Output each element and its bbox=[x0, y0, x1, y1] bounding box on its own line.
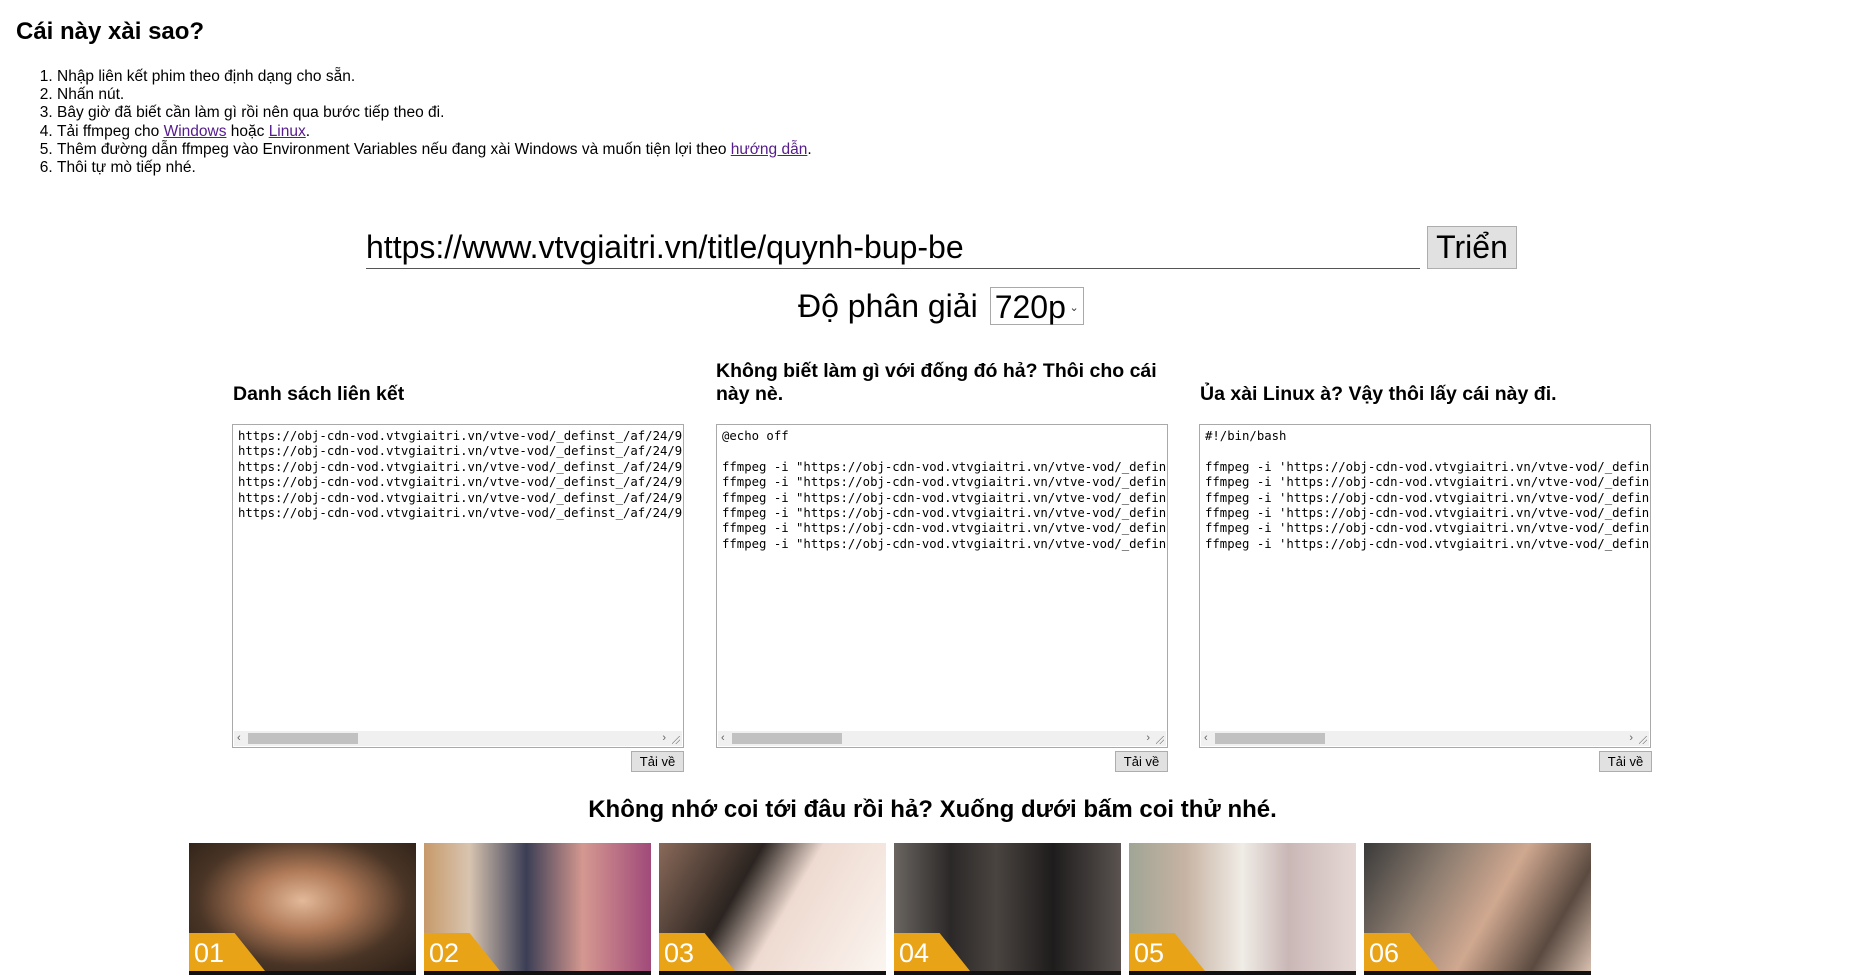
resize-grip-icon[interactable] bbox=[1636, 731, 1649, 746]
resolution-row: Độ phân giải 720p ⌄ bbox=[798, 286, 1084, 326]
step-4-text: Tải ffmpeg cho bbox=[57, 122, 164, 140]
links-textarea[interactable]: https://obj-cdn-vod.vtvgiaitri.vn/vtve-v… bbox=[232, 424, 684, 748]
resolution-value: 720p bbox=[994, 289, 1066, 325]
scrollbar-thumb[interactable] bbox=[732, 733, 842, 744]
episode-thumbnail[interactable]: 05 bbox=[1129, 843, 1356, 975]
step-5-end: . bbox=[807, 140, 812, 158]
howto-title: Cái này xài sao? bbox=[16, 18, 205, 45]
episode-number: 04 bbox=[899, 938, 930, 968]
scrollbar-thumb[interactable] bbox=[248, 733, 358, 744]
episode-number: 06 bbox=[1369, 938, 1400, 968]
horizontal-scrollbar[interactable]: ‹ › bbox=[1201, 731, 1636, 746]
scroll-left-icon[interactable]: ‹ bbox=[721, 731, 725, 746]
links-textarea-content: https://obj-cdn-vod.vtvgiaitri.vn/vtve-v… bbox=[238, 429, 683, 521]
episode-number: 01 bbox=[194, 938, 225, 968]
linux-link[interactable]: Linux bbox=[269, 123, 306, 140]
step-4-end: . bbox=[305, 122, 311, 140]
batch-column-title: Không biết làm gì với đống đó hả? Thôi c… bbox=[716, 360, 1157, 405]
step-1-text: Nhập liên kết phim theo định dạng cho sẵ… bbox=[57, 68, 356, 85]
scroll-left-icon[interactable]: ‹ bbox=[1204, 731, 1208, 746]
step-3-text: Bây giờ đã biết cần làm gì rồi nên qua b… bbox=[57, 104, 445, 122]
scroll-left-icon[interactable]: ‹ bbox=[237, 731, 241, 746]
episode-thumbnail[interactable]: 06 bbox=[1364, 843, 1591, 975]
expand-button[interactable]: Triển bbox=[1427, 226, 1517, 269]
batch-textarea-content: @echo off ffmpeg -i "https://obj-cdn-vod… bbox=[722, 429, 1167, 551]
resize-grip-icon[interactable] bbox=[1153, 731, 1166, 746]
guide-link[interactable]: hướng dẫn bbox=[731, 141, 808, 158]
resize-grip-icon[interactable] bbox=[669, 731, 682, 746]
horizontal-scrollbar[interactable]: ‹ › bbox=[234, 731, 669, 746]
scroll-right-icon[interactable]: › bbox=[662, 731, 666, 746]
episode-number: 03 bbox=[664, 938, 695, 968]
bash-textarea-content: #!/bin/bash ffmpeg -i 'https://obj-cdn-v… bbox=[1205, 429, 1650, 551]
step-3: Bây giờ đã biết cần làm gì rồi nên qua b… bbox=[57, 104, 812, 122]
horizontal-scrollbar[interactable]: ‹ › bbox=[718, 731, 1153, 746]
bash-textarea[interactable]: #!/bin/bash ffmpeg -i 'https://obj-cdn-v… bbox=[1199, 424, 1651, 748]
episode-thumbnail[interactable]: 01 bbox=[189, 843, 416, 975]
chevron-down-icon: ⌄ bbox=[1069, 302, 1079, 314]
links-download-button[interactable]: Tải về bbox=[631, 751, 684, 772]
step-2-text: Nhấn nút. bbox=[57, 86, 125, 104]
episode-thumbnail[interactable]: 03 bbox=[659, 843, 886, 975]
bash-download-button[interactable]: Tải về bbox=[1599, 751, 1652, 772]
step-6: Thôi tự mò tiếp nhé. bbox=[57, 159, 812, 177]
batch-textarea[interactable]: @echo off ffmpeg -i "https://obj-cdn-vod… bbox=[716, 424, 1168, 748]
step-4-mid: hoặc bbox=[226, 122, 269, 140]
scroll-right-icon[interactable]: › bbox=[1146, 731, 1150, 746]
bash-column-title: Ủa xài Linux à? Vậy thôi lấy cái này đi. bbox=[1200, 383, 1557, 405]
step-5: Thêm đường dẫn ffmpeg vào Environment Va… bbox=[57, 141, 812, 159]
resume-title: Không nhớ coi tới đâu rồi hả? Xuống dưới… bbox=[588, 796, 1277, 823]
step-4: Tải ffmpeg cho Windows hoặc Linux. bbox=[57, 123, 812, 141]
step-6-text: Thôi tự mò tiếp nhé. bbox=[57, 159, 196, 177]
movie-url-input[interactable] bbox=[366, 226, 1420, 269]
step-5-text: Thêm đường dẫn ffmpeg vào Environment Va… bbox=[57, 140, 731, 158]
scrollbar-thumb[interactable] bbox=[1215, 733, 1325, 744]
links-column-title: Danh sách liên kết bbox=[233, 383, 405, 405]
batch-download-button[interactable]: Tải về bbox=[1115, 751, 1168, 772]
episode-number: 05 bbox=[1134, 938, 1165, 968]
episode-thumbnail[interactable]: 02 bbox=[424, 843, 651, 975]
windows-link[interactable]: Windows bbox=[164, 123, 227, 140]
instruction-steps: Nhập liên kết phim theo định dạng cho sẵ… bbox=[57, 68, 812, 177]
scroll-right-icon[interactable]: › bbox=[1629, 731, 1633, 746]
episode-number: 02 bbox=[429, 938, 460, 968]
resolution-label: Độ phân giải bbox=[798, 287, 978, 324]
step-2: Nhấn nút. bbox=[57, 86, 812, 104]
episode-list: 01 02 03 04 05 06 bbox=[189, 843, 1591, 975]
step-1: Nhập liên kết phim theo định dạng cho sẵ… bbox=[57, 68, 812, 86]
episode-thumbnail[interactable]: 04 bbox=[894, 843, 1121, 975]
resolution-select[interactable]: 720p ⌄ bbox=[989, 287, 1084, 325]
